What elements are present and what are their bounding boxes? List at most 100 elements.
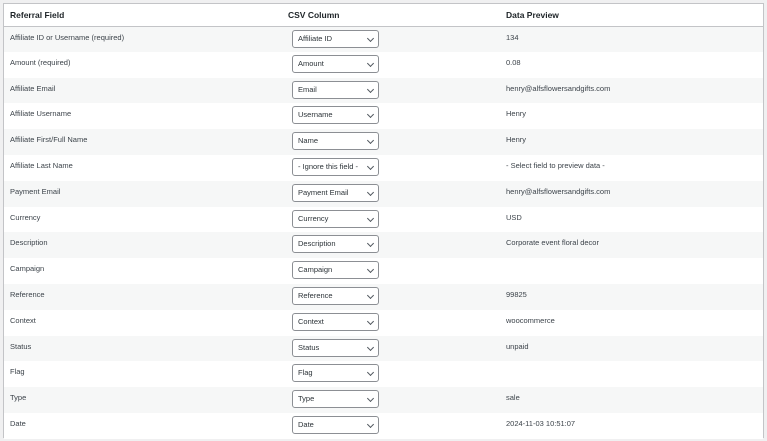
chevron-down-icon	[366, 395, 375, 403]
table-row: Affiliate Username Username Henry	[4, 103, 763, 130]
chevron-down-icon	[366, 214, 375, 222]
data-preview-value: Corporate event floral decor	[506, 238, 599, 248]
csv-column-select[interactable]: Campaign	[292, 261, 379, 280]
table-row: Campaign Campaign	[4, 258, 763, 284]
csv-column-select-value: Status	[298, 342, 320, 352]
referral-field-label: Context	[10, 315, 36, 325]
csv-column-header: CSV Column	[282, 4, 500, 27]
csv-column-cell: Reference	[282, 284, 500, 310]
data-preview-value: Henry	[506, 135, 527, 145]
chevron-down-icon	[366, 34, 375, 42]
referral-field-label: Description	[10, 238, 48, 248]
csv-column-select[interactable]: Amount	[292, 54, 379, 73]
csv-column-cell: Flag	[282, 361, 500, 387]
chevron-down-icon	[366, 317, 375, 325]
referral-field-label: Currency	[10, 212, 41, 222]
csv-column-select[interactable]: Payment Email	[292, 183, 379, 202]
csv-column-select-value: Currency	[298, 213, 329, 223]
csv-column-select[interactable]: Reference	[292, 286, 379, 305]
data-preview-value	[500, 258, 763, 284]
data-preview-value: USD	[506, 212, 522, 222]
referral-field-label: Affiliate Email	[10, 83, 56, 93]
chevron-down-icon	[366, 111, 375, 119]
data-preview-value	[500, 361, 763, 387]
field-mapping-table: Referral Field CSV Column Data Preview A…	[4, 4, 763, 439]
csv-column-select[interactable]: Username	[292, 106, 379, 125]
data-preview-header: Data Preview	[500, 4, 763, 27]
referral-field-label: Amount (required)	[10, 57, 71, 67]
csv-column-cell: Type	[282, 387, 500, 413]
csv-column-select[interactable]: Context	[292, 312, 379, 331]
csv-column-select[interactable]: Date	[292, 415, 379, 434]
csv-column-cell: Amount	[282, 52, 500, 78]
csv-column-select[interactable]: Email	[292, 80, 379, 99]
csv-column-cell: Campaign	[282, 258, 500, 284]
csv-column-select[interactable]: Affiliate ID	[292, 29, 379, 48]
csv-column-select-value: Context	[298, 316, 324, 326]
csv-column-select[interactable]: Status	[292, 338, 379, 357]
table-row: Description Description Corporate event fl…	[4, 232, 763, 259]
chevron-down-icon	[366, 369, 375, 377]
referral-field-header: Referral Field	[4, 4, 282, 27]
csv-column-cell: Date	[282, 413, 500, 439]
csv-column-select-value: Payment Email	[298, 187, 349, 197]
csv-column-select-value: Amount	[298, 58, 324, 68]
chevron-down-icon	[366, 85, 375, 93]
table-row: Affiliate First/Full Name Name Henry	[4, 129, 763, 155]
data-preview-value: 134	[506, 32, 519, 42]
field-mapping-table-container: Referral Field CSV Column Data Preview A…	[3, 3, 764, 439]
chevron-down-icon	[366, 291, 375, 300]
chevron-down-icon	[366, 420, 375, 428]
data-preview-value: 0.08	[506, 57, 521, 67]
referral-field-label: Type	[10, 393, 27, 403]
chevron-down-icon	[366, 188, 375, 196]
table-row: Currency Currency USD	[4, 206, 763, 233]
table-row: Payment Email Payment Email henry@alfsflow…	[4, 180, 763, 207]
table-row: Context Context woocommerce	[4, 309, 763, 336]
data-preview-value: unpaid	[506, 341, 529, 351]
data-preview-value: Henry	[506, 109, 527, 119]
csv-column-select-value: Date	[298, 419, 314, 429]
csv-column-cell: Affiliate ID	[282, 26, 500, 52]
data-preview-value: 99825	[506, 289, 527, 299]
csv-column-select-value: Flag	[298, 368, 313, 378]
chevron-down-icon	[366, 162, 375, 171]
csv-column-select-value: Username	[298, 110, 333, 120]
referral-field-label: Affiliate ID or Username (required)	[10, 32, 125, 42]
csv-column-cell: Payment Email	[282, 181, 500, 207]
referral-field-label: Affiliate Username	[10, 109, 72, 119]
chevron-down-icon	[366, 240, 375, 248]
table-row: Status Status unpaid	[4, 335, 763, 362]
csv-column-select[interactable]: Currency	[292, 209, 379, 228]
table-row: Affiliate Email Email henry@alfsflowersand…	[4, 77, 763, 104]
table-row: Reference Reference 99825	[4, 283, 763, 310]
csv-column-cell: Name	[282, 129, 500, 155]
referral-field-label: Campaign	[10, 264, 45, 274]
data-preview-value: sale	[506, 393, 520, 403]
referral-field-label: Payment Email	[10, 186, 61, 196]
csv-column-select-value: Email	[298, 84, 317, 94]
csv-column-cell: Context	[282, 310, 500, 336]
csv-column-select[interactable]: Description	[292, 235, 379, 254]
csv-column-select[interactable]: Name	[292, 132, 379, 151]
table-row: Affiliate ID or Username (required) Affil…	[4, 26, 763, 52]
csv-column-select[interactable]: - Ignore this field -	[292, 157, 379, 176]
csv-column-cell: Status	[282, 336, 500, 362]
csv-column-select[interactable]: Type	[292, 390, 379, 409]
chevron-down-icon	[366, 266, 375, 274]
table-row: Type Type sale	[4, 387, 763, 413]
table-row: Date Date 2024-11-03 10:51:07	[4, 412, 763, 439]
table-row: Flag Flag	[4, 361, 763, 388]
csv-column-cell: Description	[282, 232, 500, 258]
csv-column-select[interactable]: Flag	[292, 364, 379, 383]
referral-field-label: Affiliate Last Name	[10, 160, 73, 170]
chevron-down-icon	[366, 59, 375, 67]
csv-column-select-value: Name	[298, 136, 319, 146]
data-preview-value: 2024-11-03 10:51:07	[506, 418, 576, 428]
csv-column-select-value: Reference	[298, 290, 333, 300]
chevron-down-icon	[366, 137, 375, 145]
csv-column-select-value: - Ignore this field -	[298, 161, 359, 171]
csv-column-cell: Currency	[282, 207, 500, 233]
csv-column-cell: Username	[282, 103, 500, 129]
csv-column-select-value: Description	[298, 239, 336, 249]
